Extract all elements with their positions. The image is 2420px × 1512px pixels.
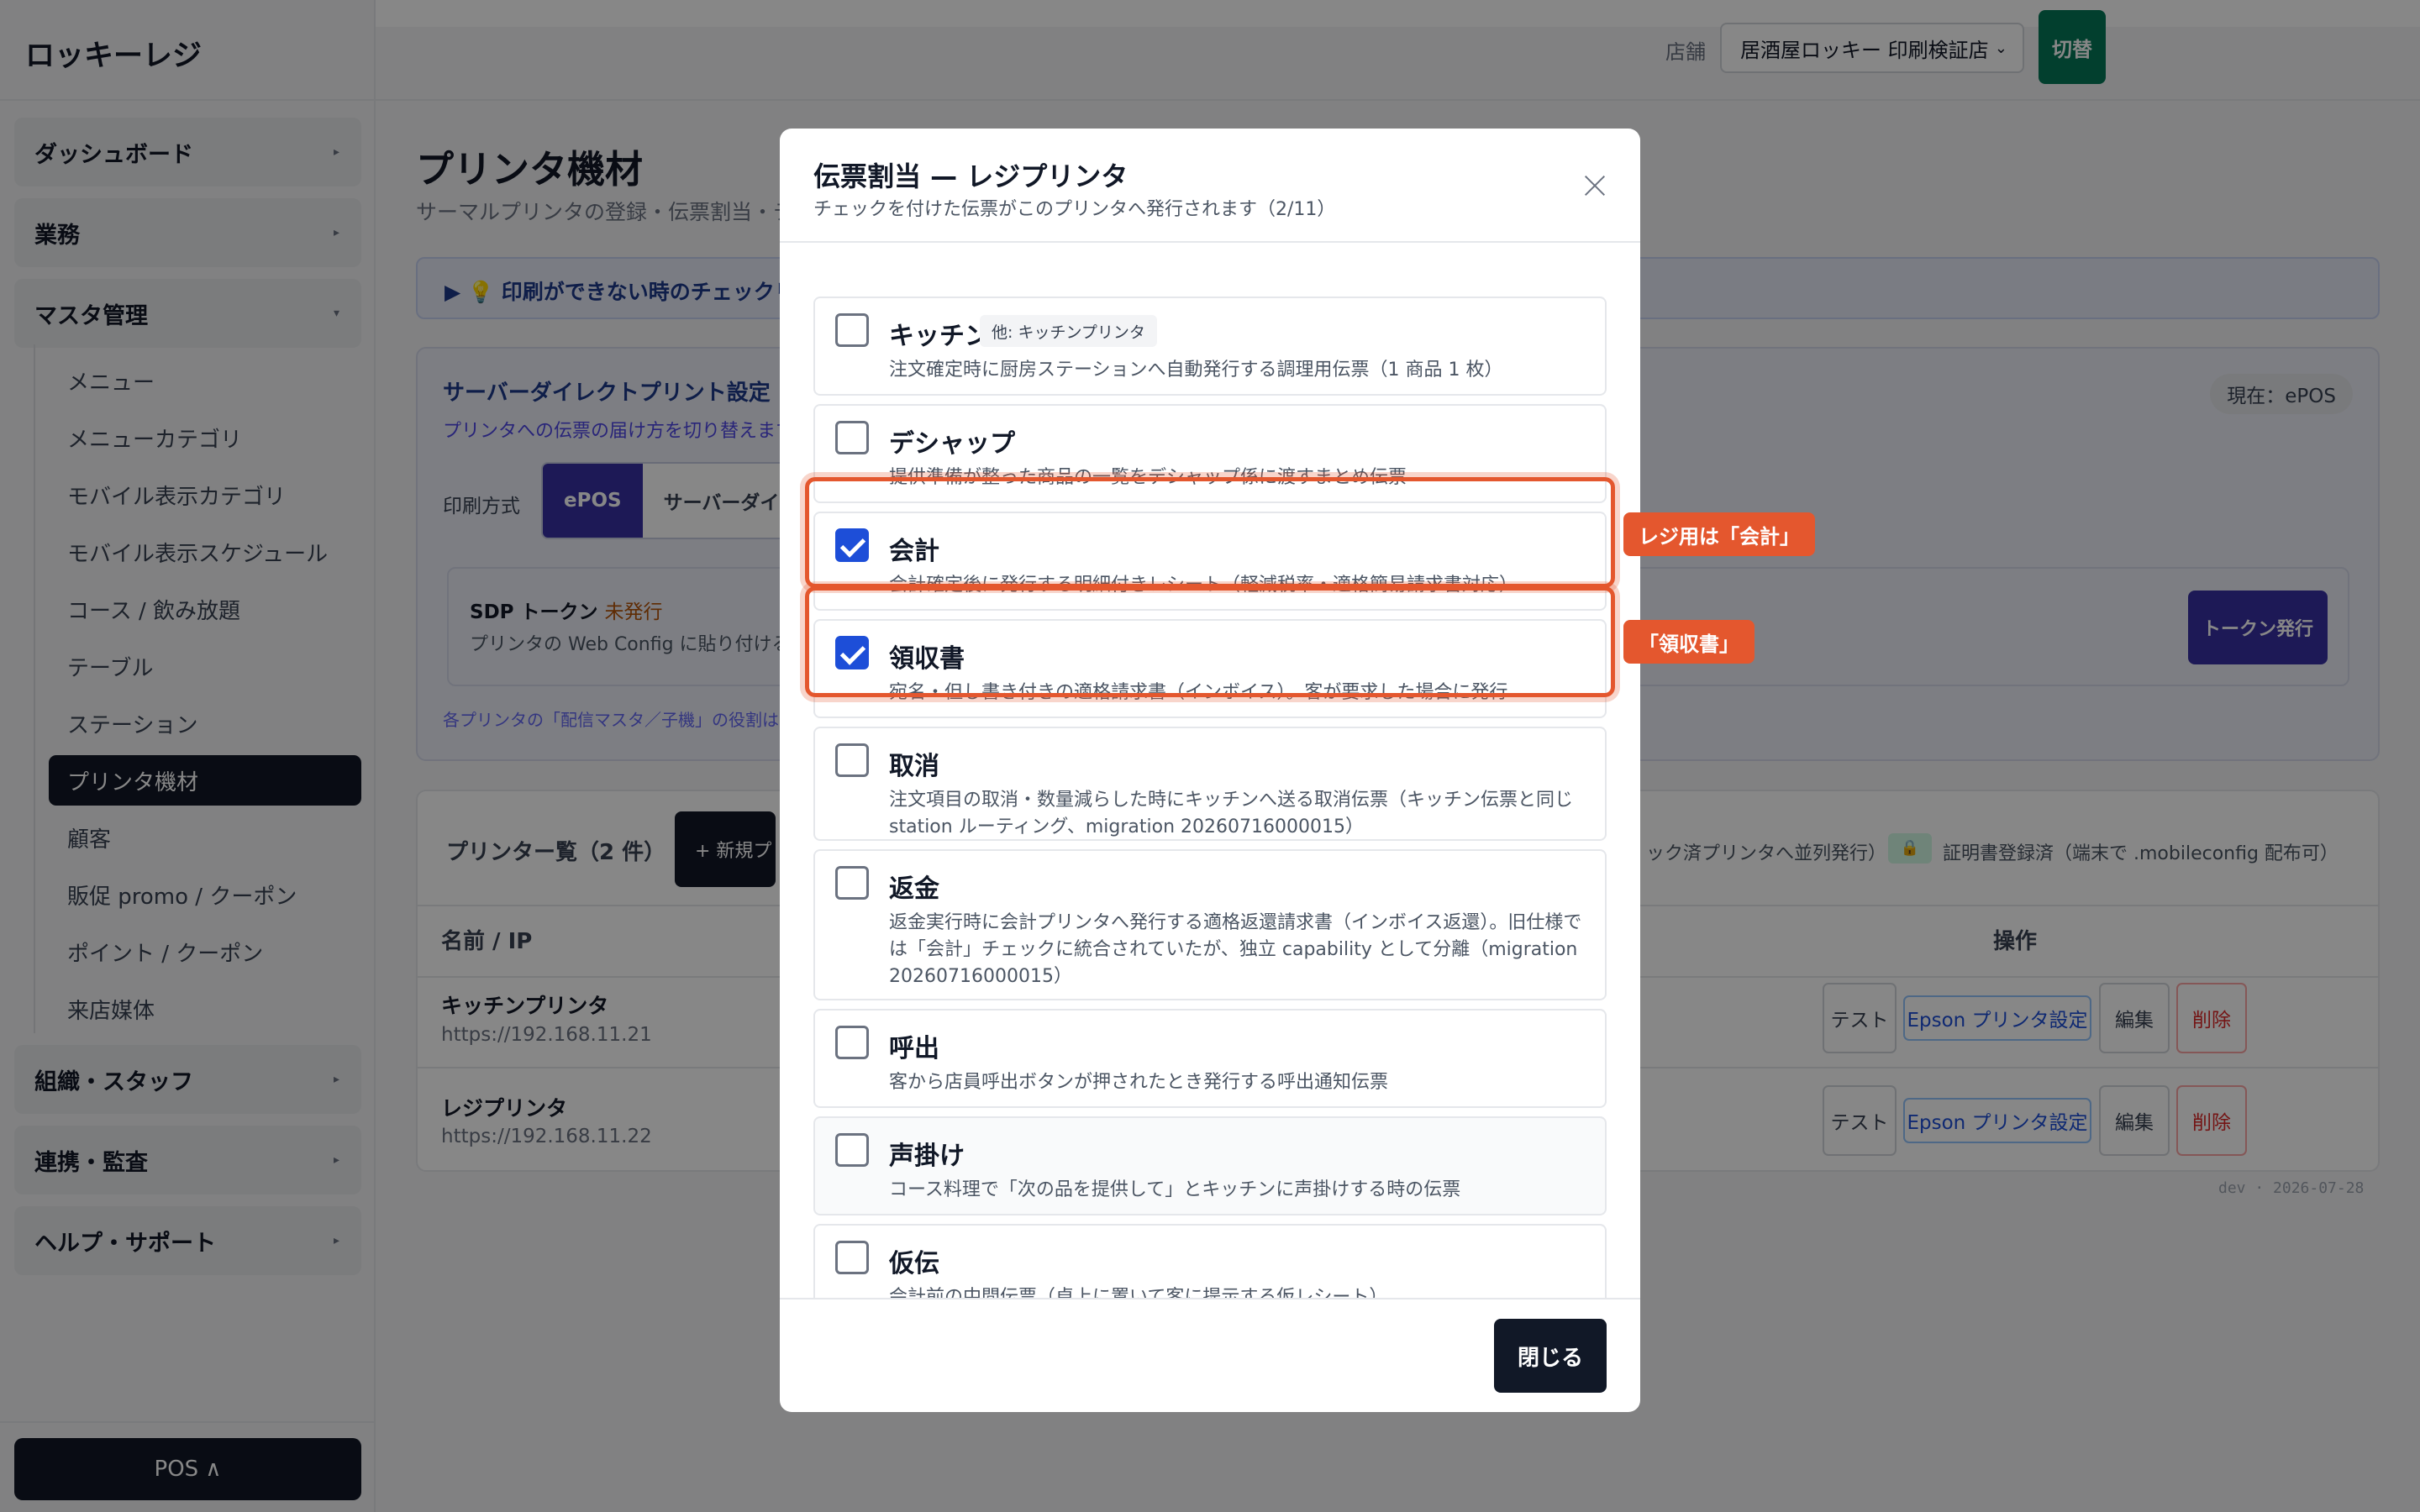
callout-receipt: レジ用は「会計」 <box>1623 512 1815 556</box>
checkbox-refund[interactable] <box>835 866 869 900</box>
slip-option-provisional[interactable]: 仮伝 会計前の中間伝票（卓上に置いて客に提示する仮レシート） <box>813 1224 1607 1298</box>
option-label: 取消 <box>889 752 939 781</box>
option-label: 呼出 <box>889 1034 939 1063</box>
divider <box>780 1298 1640 1299</box>
option-label: キッチン <box>889 322 990 351</box>
slip-option-cancel[interactable]: 取消 注文項目の取消・数量減らした時にキッチンへ送る取消伝票（キッチン伝票と同じ… <box>813 727 1607 841</box>
slip-assignment-modal: 伝票割当 — レジプリンタ チェックを付けた伝票がこのプリンタへ発行されます（2… <box>780 129 1640 1412</box>
checkbox-call[interactable] <box>835 1026 869 1059</box>
option-desc: 注文項目の取消・数量減らした時にキッチンへ送る取消伝票（キッチン伝票と同じ st… <box>889 790 1574 837</box>
highlight-invoice <box>805 586 1615 697</box>
option-desc: 注文確定時に厨房ステーションへ自動発行する調理用伝票（1 商品 1 枚） <box>889 360 1503 381</box>
checkbox-provisional[interactable] <box>835 1241 869 1274</box>
close-button[interactable]: 閉じる <box>1494 1319 1607 1393</box>
modal-body[interactable]: キッチン 他: キッチンプリンタ 注文確定時に厨房ステーションへ自動発行する調理… <box>780 243 1640 1298</box>
close-icon[interactable] <box>1578 169 1612 202</box>
checkbox-fire[interactable] <box>835 1133 869 1167</box>
checkbox-kitchen[interactable] <box>835 313 869 347</box>
option-desc: 会計前の中間伝票（卓上に置いて客に提示する仮レシート） <box>889 1287 1388 1298</box>
option-desc: 客から店員呼出ボタンが押されたとき発行する呼出通知伝票 <box>889 1072 1389 1093</box>
option-label: 声掛け <box>889 1142 965 1171</box>
slip-option-kitchen[interactable]: キッチン 他: キッチンプリンタ 注文確定時に厨房ステーションへ自動発行する調理… <box>813 297 1607 396</box>
checkbox-deshap[interactable] <box>835 421 869 454</box>
other-printer-tag: 他: キッチンプリンタ <box>980 315 1157 347</box>
option-label: 仮伝 <box>889 1249 939 1278</box>
highlight-payment <box>805 477 1615 588</box>
option-label: デシャップ <box>889 429 1015 459</box>
slip-option-call[interactable]: 呼出 客から店員呼出ボタンが押されたとき発行する呼出通知伝票 <box>813 1009 1607 1108</box>
modal-title: 伝票割当 — レジプリンタ <box>813 160 1128 192</box>
option-desc: コース料理で「次の品を提供して」とキッチンに声掛けする時の伝票 <box>889 1179 1461 1200</box>
option-label: 返金 <box>889 874 939 904</box>
checkbox-cancel[interactable] <box>835 743 869 777</box>
slip-option-refund[interactable]: 返金 返金実行時に会計プリンタへ発行する適格返還請求書（インボイス返還）。旧仕様… <box>813 849 1607 1000</box>
option-desc: 返金実行時に会計プリンタへ発行する適格返還請求書（インボイス返還）。旧仕様では「… <box>889 912 1582 987</box>
modal-subtitle: チェックを付けた伝票がこのプリンタへ発行されます（2/11） <box>813 199 1336 220</box>
slip-option-fire[interactable]: 声掛け コース料理で「次の品を提供して」とキッチンに声掛けする時の伝票 <box>813 1116 1607 1215</box>
callout-invoice: 「領収書」 <box>1623 620 1754 664</box>
